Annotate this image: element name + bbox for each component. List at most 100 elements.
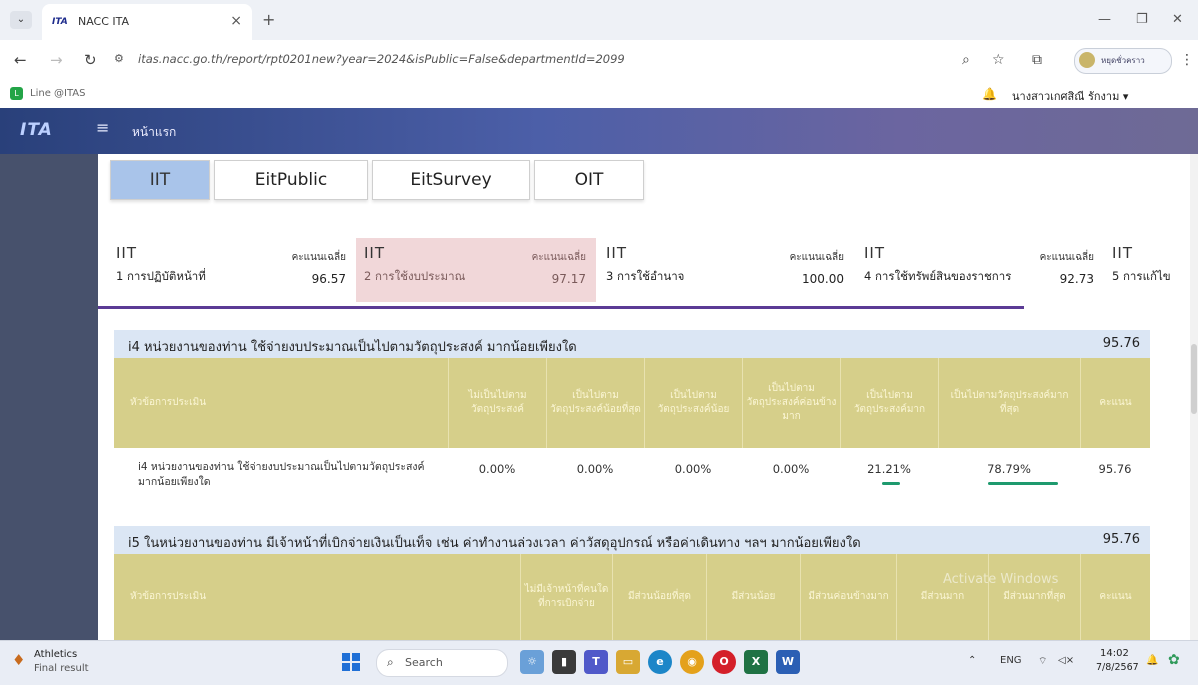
teams-icon[interactable]: T xyxy=(584,650,608,674)
restore-icon[interactable]: ❐ xyxy=(1136,12,1148,27)
card-head: IIT xyxy=(606,244,628,262)
zoom-icon[interactable]: ⌕ xyxy=(962,52,970,68)
opera-icon[interactable]: O xyxy=(712,650,736,674)
search-icon: ⌕ xyxy=(387,655,394,669)
edge-icon[interactable]: e xyxy=(648,650,672,674)
card-head: IIT xyxy=(864,244,886,262)
tab-search-button[interactable]: ⌄ xyxy=(10,11,32,29)
site-info-icon[interactable]: ⚙ xyxy=(114,52,124,65)
minimize-icon[interactable]: — xyxy=(1098,12,1111,27)
tab-oit[interactable]: OIT xyxy=(534,160,644,200)
profile-avatar xyxy=(1079,52,1095,68)
summary-divider xyxy=(98,306,1024,309)
wifi-icon[interactable]: ⌔ xyxy=(1038,655,1047,668)
url-field[interactable]: ⚙ itas.nacc.go.th/report/rpt0201new?year… xyxy=(110,46,930,74)
col-topic: หัวข้อการประเมิน xyxy=(130,591,207,602)
notification-bell-icon[interactable]: 🔔 xyxy=(982,87,997,101)
pen-underline-mark xyxy=(882,482,900,485)
scrollbar-thumb[interactable] xyxy=(1191,344,1197,414)
summary-card-2[interactable]: IIT 2 การใช้งบประมาณ คะแนนเฉลี่ย 97.17 xyxy=(356,238,596,302)
clock-date[interactable]: 7/8/2567 xyxy=(1096,662,1139,673)
hamburger-menu-icon[interactable]: ≡ xyxy=(96,118,109,137)
browser-tab[interactable]: ITA NACC ITA × xyxy=(42,4,252,40)
search-placeholder: Search xyxy=(405,656,443,669)
col-little: มีส่วนน้อย xyxy=(706,554,800,640)
bookmark-star-icon[interactable]: ☆ xyxy=(992,52,1005,68)
summary-card-5[interactable]: IIT 5 การแก้ไข xyxy=(1104,238,1198,302)
cell-value: 0.00% xyxy=(576,462,614,476)
copilot-icon[interactable]: ✿ xyxy=(1168,652,1180,668)
start-button-icon[interactable] xyxy=(342,653,360,671)
summary-card-4[interactable]: IIT 4 การใช้ทรัพย์สินของราชการ คะแนนเฉลี… xyxy=(856,238,1102,302)
bookmarks-bar: L Line @ITAS 🔔 นางสาวเกศสิณี รักงาม ▾ xyxy=(0,82,1198,106)
chrome-icon[interactable]: ◉ xyxy=(680,650,704,674)
card-label: 1 การปฏิบัติหน้าที่ xyxy=(116,269,206,283)
new-tab-button[interactable]: + xyxy=(262,10,275,29)
bookmark-line-itas[interactable]: Line @ITAS xyxy=(30,88,86,99)
i4-panel: i4 หน่วยงานของท่าน ใช้จ่ายงบประมาณเป็นไป… xyxy=(114,330,1150,504)
pen-underline-mark xyxy=(988,482,1058,485)
widgets-app-icon[interactable]: ☼ xyxy=(520,650,544,674)
tray-overflow-icon[interactable]: ⌃ xyxy=(968,655,976,666)
card-head: IIT xyxy=(1112,244,1134,262)
tab-iit[interactable]: IIT xyxy=(110,160,210,200)
url-text: itas.nacc.go.th/report/rpt0201new?year=2… xyxy=(138,52,625,66)
extensions-icon[interactable]: ⧉ xyxy=(1032,52,1042,68)
card-label: 4 การใช้ทรัพย์สินของราชการ xyxy=(864,269,1012,283)
weather-widget-icon[interactable]: ♦ xyxy=(12,651,25,669)
card-label: 3 การใช้อำนาจ xyxy=(606,269,685,283)
reload-icon[interactable]: ↻ xyxy=(84,51,97,69)
scrollbar[interactable] xyxy=(1190,154,1198,640)
card-head: IIT xyxy=(116,244,138,262)
task-view-icon[interactable]: ▮ xyxy=(552,650,576,674)
card-head: IIT xyxy=(364,244,386,262)
excel-icon[interactable]: X xyxy=(744,650,768,674)
close-tab-icon[interactable]: × xyxy=(230,13,242,29)
col-much: เป็นไปตามวัตถุประสงค์มาก xyxy=(840,358,938,448)
i5-score: 95.76 xyxy=(1102,532,1140,547)
col-fairly: เป็นไปตามวัตถุประสงค์ค่อนข้างมาก xyxy=(742,358,840,448)
cell-value: 21.21% xyxy=(867,462,911,476)
summary-card-3[interactable]: IIT 3 การใช้อำนาจ คะแนนเฉลี่ย 100.00 xyxy=(598,238,852,302)
report-content: IIT EitPublic EitSurvey OIT IIT 1 การปฏิ… xyxy=(98,154,1198,640)
back-icon[interactable]: ← xyxy=(14,51,27,69)
forward-icon[interactable]: → xyxy=(50,51,63,69)
home-link[interactable]: หน้าแรก xyxy=(132,123,176,142)
close-window-icon[interactable]: ✕ xyxy=(1172,12,1183,27)
card-score-label: คะแนนเฉลี่ย xyxy=(531,252,586,263)
col-fairly: มีส่วนค่อนข้างมาก xyxy=(800,554,896,640)
file-explorer-icon[interactable]: ▭ xyxy=(616,650,640,674)
i5-table-header: หัวข้อการประเมิน ไม่มีเจ้าหน้าที่คนใดที่… xyxy=(114,554,1150,640)
col-least: มีส่วนน้อยที่สุด xyxy=(612,554,706,640)
notification-icon[interactable]: 🔔 xyxy=(1146,655,1158,666)
i5-title-bar: i5 ในหน่วยงานของท่าน มีเจ้าหน้าที่เบิกจ่… xyxy=(114,526,1150,554)
browser-tab-title: NACC ITA xyxy=(78,15,130,28)
widget-title[interactable]: Athletics xyxy=(34,649,77,660)
col-most: เป็นไปตามวัตถุประสงค์มากที่สุด xyxy=(938,358,1080,448)
language-indicator[interactable]: ENG xyxy=(1000,655,1022,666)
widget-subtitle: Final result xyxy=(34,663,89,674)
browser-menu-icon[interactable]: ⋮ xyxy=(1180,52,1194,68)
clock-time[interactable]: 14:02 xyxy=(1100,648,1129,659)
word-icon[interactable]: W xyxy=(776,650,800,674)
cell-value: 0.00% xyxy=(478,462,516,476)
col-not-purpose: ไม่เป็นไปตามวัตถุประสงค์ xyxy=(448,358,546,448)
profile-button[interactable]: หยุดชั่วคราว xyxy=(1074,48,1172,74)
card-score: 96.57 xyxy=(311,272,346,286)
tab-eitsurvey[interactable]: EitSurvey xyxy=(372,160,530,200)
site-header: ITA ≡ หน้าแรก xyxy=(0,108,1198,154)
card-label: 5 การแก้ไข xyxy=(1112,269,1171,283)
tab-eitpublic[interactable]: EitPublic xyxy=(214,160,368,200)
col-least: เป็นไปตามวัตถุประสงค์น้อยที่สุด xyxy=(546,358,644,448)
col-topic: หัวข้อการประเมิน xyxy=(130,397,207,408)
ita-logo[interactable]: ITA xyxy=(20,120,53,140)
windows-taskbar: ♦ Athletics Final result ⌕ Search ☼ ▮ T … xyxy=(0,640,1198,685)
ita-favicon: ITA xyxy=(52,17,68,27)
volume-icon[interactable]: ◁× xyxy=(1058,655,1074,666)
user-menu[interactable]: นางสาวเกศสิณี รักงาม ▾ xyxy=(1012,87,1128,105)
col-much: มีส่วนมาก xyxy=(896,554,988,640)
i4-score: 95.76 xyxy=(1102,336,1140,351)
taskbar-search[interactable]: ⌕ Search xyxy=(376,649,508,677)
summary-card-1[interactable]: IIT 1 การปฏิบัติหน้าที่ คะแนนเฉลี่ย 96.5… xyxy=(108,238,354,302)
i4-title-bar: i4 หน่วยงานของท่าน ใช้จ่ายงบประมาณเป็นไป… xyxy=(114,330,1150,358)
